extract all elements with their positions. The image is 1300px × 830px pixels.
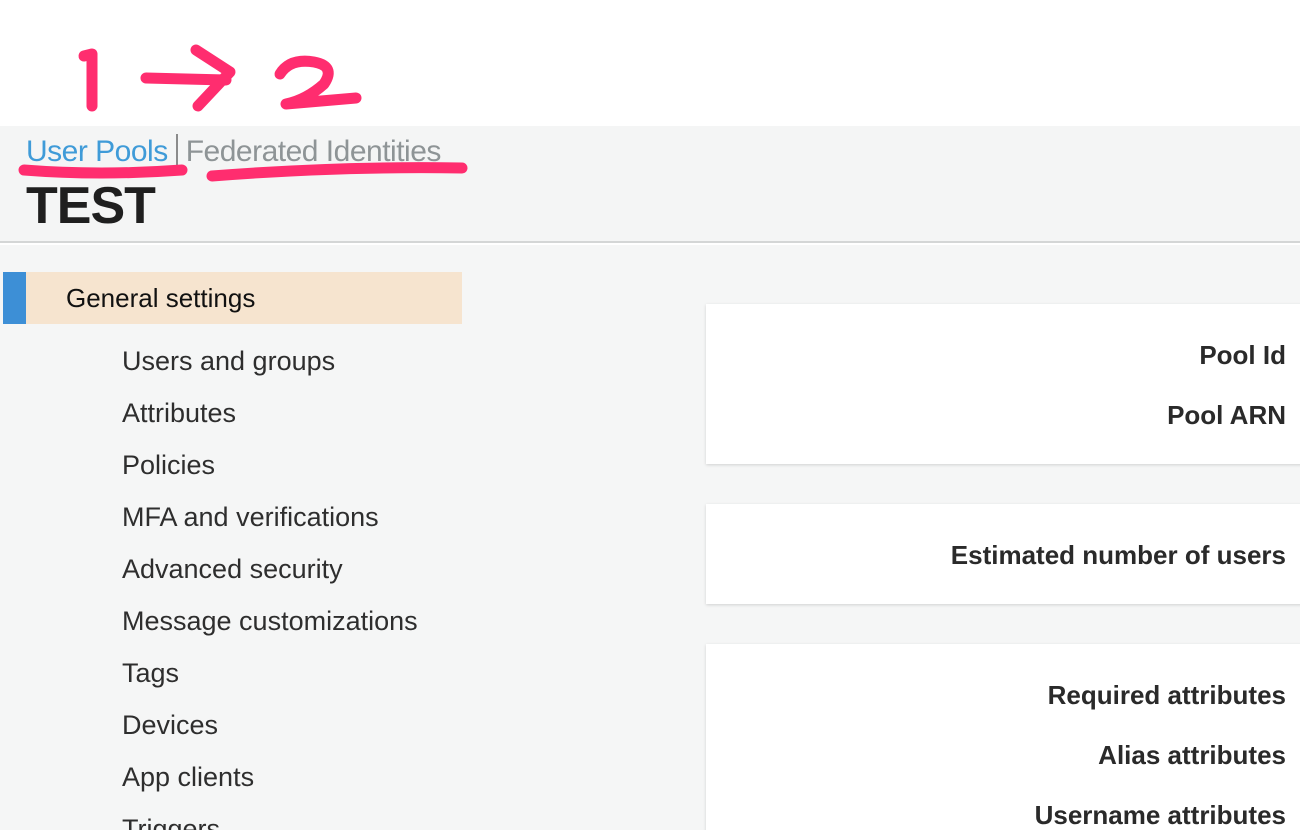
sidebar-item-triggers[interactable]: Triggers: [122, 808, 418, 830]
page: 1 2 User Pools Federated Identities TEST…: [0, 0, 1300, 830]
sidebar-item-mfa-and-verifications[interactable]: MFA and verifications: [122, 496, 418, 548]
required-attributes-label: Required attributes: [1047, 680, 1286, 710]
username-attributes-label: Username attributes: [1034, 800, 1286, 830]
pool-arn-label: Pool ARN: [1167, 400, 1286, 430]
sidebar-item-policies[interactable]: Policies: [122, 444, 418, 496]
sidebar-item-tags[interactable]: Tags: [122, 652, 418, 704]
sidebar-item-message-customizations[interactable]: Message customizations: [122, 600, 418, 652]
annotation-arrow: [140, 44, 236, 112]
breadcrumb-federated-identities-link[interactable]: Federated Identities: [186, 135, 442, 169]
users-card: Estimated number of users: [706, 504, 1300, 604]
annotation-step-2-mark: [274, 55, 362, 110]
attributes-card: Required attributes Alias attributes Use…: [706, 644, 1300, 830]
sidebar-item-users-and-groups[interactable]: Users and groups: [122, 340, 418, 392]
sidebar-item-attributes[interactable]: Attributes: [122, 392, 418, 444]
sidebar-item-devices[interactable]: Devices: [122, 704, 418, 756]
sidebar-list: Users and groups Attributes Policies MFA…: [122, 340, 418, 830]
sidebar-item-advanced-security[interactable]: Advanced security: [122, 548, 418, 600]
pool-info-card: Pool Id Pool ARN: [706, 304, 1300, 464]
annotation-step-1-mark: [78, 48, 98, 112]
pool-id-label: Pool Id: [1199, 340, 1286, 370]
page-title: TEST: [26, 177, 156, 235]
sidebar-item-label: General settings: [66, 282, 256, 313]
active-indicator: [3, 272, 26, 324]
breadcrumb-separator: [175, 134, 178, 170]
alias-attributes-label: Alias attributes: [1098, 740, 1286, 770]
estimated-users-label: Estimated number of users: [950, 540, 1286, 570]
sidebar-item-general-settings[interactable]: General settings: [3, 272, 462, 324]
breadcrumb: User Pools Federated Identities: [26, 134, 441, 170]
sidebar-item-app-clients[interactable]: App clients: [122, 756, 418, 808]
breadcrumb-user-pools-link[interactable]: User Pools: [26, 135, 168, 169]
